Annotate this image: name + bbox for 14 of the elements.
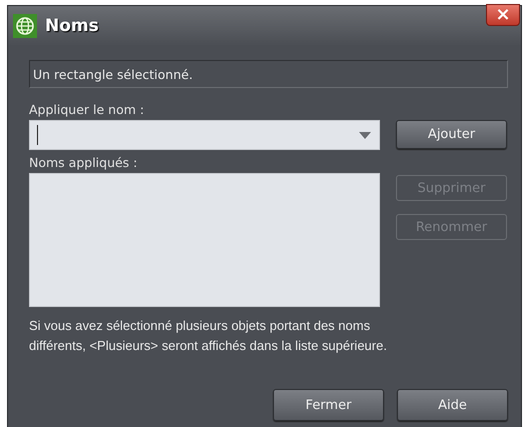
name-combo-box[interactable]	[29, 120, 380, 150]
dropdown-caret-icon	[359, 132, 371, 138]
globe-icon	[13, 14, 37, 38]
window-title: Noms	[45, 16, 99, 36]
applied-names-label: Noms appliqués :	[29, 155, 138, 170]
info-note: Si vous avez sélectionné plusieurs objets portant des noms différents, <Plusieurs> seront affichés dans la liste supérieure.	[29, 317, 387, 355]
applied-names-list[interactable]	[29, 173, 380, 307]
apply-name-label: Appliquer le nom :	[29, 102, 144, 117]
status-text: Un rectangle sélectionné.	[29, 60, 508, 88]
add-button[interactable]: Ajouter	[396, 120, 507, 149]
close-button[interactable]: ×	[486, 4, 520, 26]
dialog-button[interactable]: Aide	[397, 389, 508, 421]
text-cursor	[37, 125, 38, 145]
dialog-button[interactable]: Fermer	[273, 389, 384, 421]
